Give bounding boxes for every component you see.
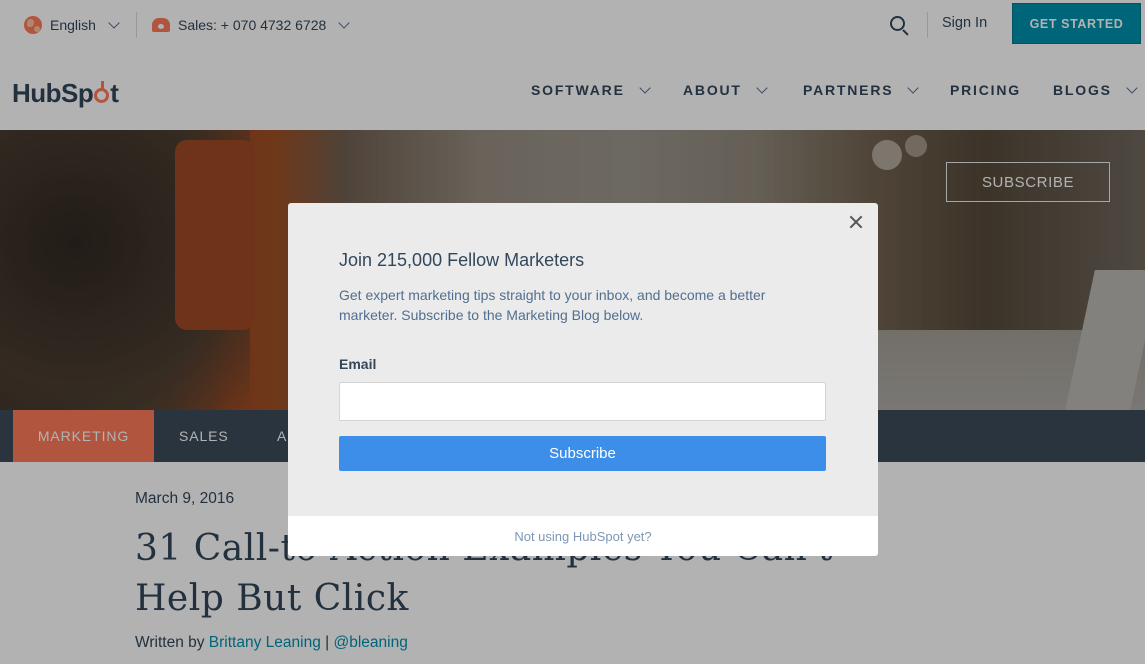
not-using-hubspot-link[interactable]: Not using HubSpot yet? <box>514 529 651 544</box>
modal-heading: Join 215,000 Fellow Marketers <box>339 250 585 270</box>
subscribe-modal: Join 215,000 Fellow Marketers Get expert… <box>288 203 878 556</box>
modal-description: Get expert marketing tips straight to yo… <box>339 287 766 323</box>
subscribe-button[interactable]: Subscribe <box>339 436 826 471</box>
email-field[interactable] <box>339 382 826 421</box>
modal-footer: Not using HubSpot yet? <box>288 516 878 556</box>
email-label: Email <box>339 356 377 372</box>
close-icon[interactable] <box>849 215 863 229</box>
